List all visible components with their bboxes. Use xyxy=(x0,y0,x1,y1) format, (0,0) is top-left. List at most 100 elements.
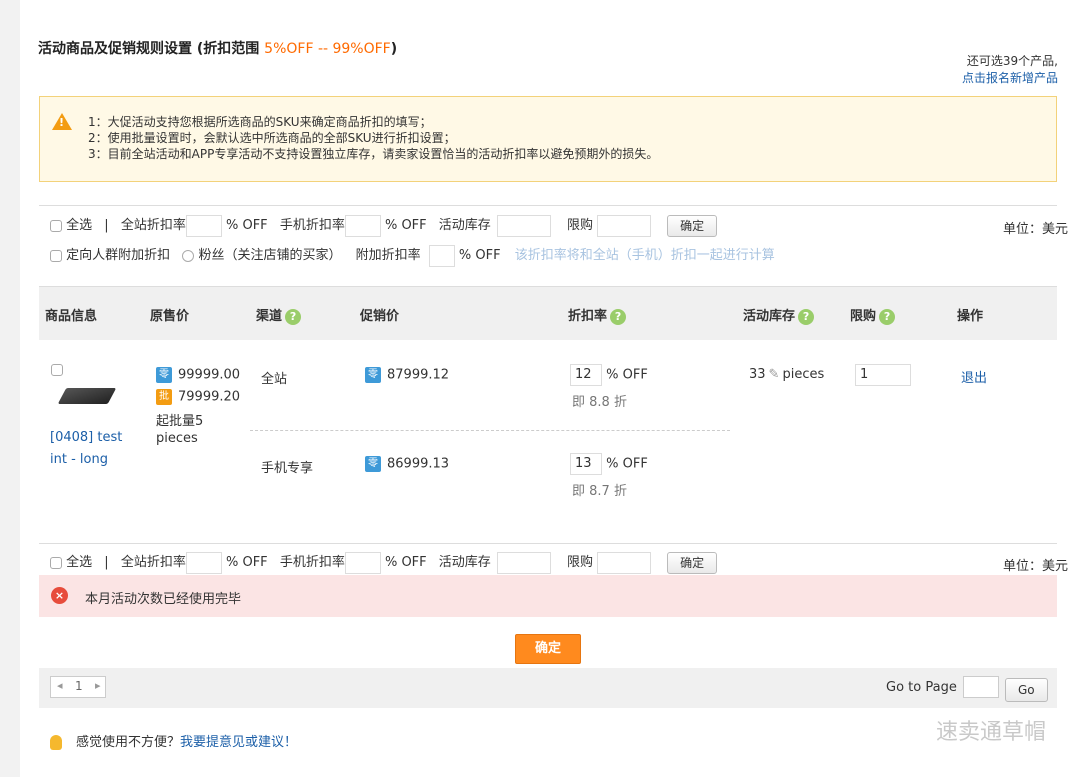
error-banner: × 本月活动次数已经使用完毕 xyxy=(39,575,1057,617)
discount-mobile: 13 % OFF xyxy=(570,453,648,475)
lightbulb-icon xyxy=(50,735,62,750)
stock-unit: pieces xyxy=(782,367,825,382)
divider xyxy=(39,543,1057,544)
retail-price-value: 99999.00 xyxy=(178,367,241,383)
batch-row-bottom: 全选 | 全站折扣率 % OFF 手机折扣率 % OFF 活动库存 限购 确定 xyxy=(50,551,718,574)
header-discount: 折扣率? xyxy=(568,305,627,325)
header-limit: 限购? xyxy=(850,305,896,325)
site-rate-input[interactable] xyxy=(185,214,222,237)
help-icon[interactable]: ? xyxy=(610,308,627,325)
next-page-icon[interactable]: ▸ xyxy=(95,679,101,692)
promo-price-mobile: 零 86999.13 xyxy=(365,456,449,472)
extra-rate-input[interactable] xyxy=(428,244,455,267)
wholesale-price-value: 79999.20 xyxy=(178,389,241,405)
batch-confirm-button-bottom[interactable]: 确定 xyxy=(667,551,718,574)
promo-price-site-value: 87999.12 xyxy=(387,367,450,383)
promo-price-mobile-value: 86999.13 xyxy=(387,456,450,472)
goto-page-input[interactable] xyxy=(963,676,999,698)
product-name-line2[interactable]: int - long xyxy=(50,452,108,467)
goto-page-label: Go to Page xyxy=(886,680,957,695)
target-discount-checkbox[interactable] xyxy=(50,249,62,262)
limit-value-input[interactable]: 1 xyxy=(855,364,911,386)
off-label: % OFF xyxy=(606,456,648,472)
feedback-footer: 感觉使用不方便？我要提意见或建议！ xyxy=(50,731,297,750)
off-label: % OFF xyxy=(458,248,501,263)
limit-label: 限购 xyxy=(566,555,593,570)
mobile-rate-input[interactable] xyxy=(344,214,381,237)
fans-radio[interactable] xyxy=(182,249,195,262)
off-label: % OFF xyxy=(606,367,648,383)
exit-link[interactable]: 退出 xyxy=(961,367,987,386)
off-label: % OFF xyxy=(384,218,427,233)
prev-page-icon[interactable]: ◂ xyxy=(57,679,63,692)
page-title: 活动商品及促销规则设置 (折扣范围 5%OFF -- 99%OFF) xyxy=(38,38,397,58)
limit-input-bottom[interactable] xyxy=(596,551,651,574)
discount-site: 12 % OFF xyxy=(570,364,648,386)
wholesale-tag-icon: 批 xyxy=(156,389,172,405)
select-all-label: 全选 xyxy=(66,555,93,570)
limit-input[interactable] xyxy=(596,214,651,237)
site-rate-input-bottom[interactable] xyxy=(185,551,222,574)
extra-rate-hint: 该折扣率将和全站（手机）折扣一起进行计算 xyxy=(514,248,775,263)
help-icon[interactable]: ? xyxy=(285,308,302,325)
mobile-rate-label: 手机折扣率 xyxy=(279,555,345,570)
help-icon[interactable]: ? xyxy=(879,308,896,325)
submit-button[interactable]: 确定 xyxy=(515,634,581,664)
help-icon[interactable]: ? xyxy=(798,308,815,325)
select-all-checkbox-bottom[interactable] xyxy=(50,556,62,569)
divider xyxy=(39,205,1057,206)
channel-site: 全站 xyxy=(261,372,288,387)
main-panel: 活动商品及促销规则设置 (折扣范围 5%OFF -- 99%OFF) 还可选39… xyxy=(20,0,1080,777)
site-rate-label: 全站折扣率 xyxy=(120,218,186,233)
current-page: 1 xyxy=(75,679,83,693)
error-icon: × xyxy=(51,587,68,604)
channel-divider xyxy=(250,430,730,431)
stock-input[interactable] xyxy=(496,214,551,237)
go-button[interactable]: Go xyxy=(1005,678,1048,702)
warning-icon xyxy=(52,113,72,130)
header-stock: 活动库存? xyxy=(743,305,815,325)
feedback-text: 感觉使用不方便？ xyxy=(76,735,181,750)
stock-input-bottom[interactable] xyxy=(496,551,551,574)
off-label: % OFF xyxy=(225,218,268,233)
unit-label: 单位：美元 xyxy=(1002,222,1068,237)
select-all-checkbox[interactable] xyxy=(50,219,62,232)
batch-row-top: 全选 | 全站折扣率 % OFF 手机折扣率 % OFF 活动库存 限购 确定 xyxy=(50,214,718,237)
discount-mobile-input[interactable]: 13 xyxy=(570,453,602,475)
header-action: 操作 xyxy=(957,309,984,324)
discount-site-equiv: 即 8.8 折 xyxy=(572,395,627,410)
pager: ◂ 1 ▸ xyxy=(50,676,106,698)
site-rate-label: 全站折扣率 xyxy=(120,555,186,570)
notice-line-2: 2：使用批量设置时，会默认选中所选商品的全部SKU进行折扣设置； xyxy=(88,131,456,145)
add-product-link[interactable]: 点击报名新增产品 xyxy=(962,69,1058,86)
mobile-rate-label: 手机折扣率 xyxy=(279,218,345,233)
retail-tag-icon: 零 xyxy=(365,367,381,383)
stock-value: 33 xyxy=(749,367,766,382)
header-channel-text: 渠道 xyxy=(256,309,283,324)
mobile-rate-input-bottom[interactable] xyxy=(344,551,381,574)
target-discount-label: 定向人群附加折扣 xyxy=(66,248,171,263)
discount-site-input[interactable]: 12 xyxy=(570,364,602,386)
promo-price-site: 零 87999.12 xyxy=(365,367,449,383)
feedback-link[interactable]: 我要提意见或建议！ xyxy=(180,735,297,750)
product-checkbox[interactable] xyxy=(51,364,63,376)
stock-label: 活动库存 xyxy=(438,555,491,570)
retail-tag-icon: 零 xyxy=(365,456,381,472)
error-message: 本月活动次数已经使用完毕 xyxy=(85,592,242,607)
remaining-count: 还可选39个产品, xyxy=(966,54,1058,68)
target-discount-row: 定向人群附加折扣 粉丝（关注店铺的买家） 附加折扣率 % OFF 该折扣率将和全… xyxy=(50,244,775,267)
notice-line-3: 3：目前全站活动和APP专享活动不支持设置独立库存，请卖家设置恰当的活动折扣率以… xyxy=(88,147,659,161)
moq-line1: 起批量5 xyxy=(156,414,204,429)
edit-pencil-icon[interactable]: ✎ xyxy=(769,367,780,382)
divider-bar: | xyxy=(104,555,109,570)
header-price: 原售价 xyxy=(150,309,190,324)
limit-label: 限购 xyxy=(566,218,593,233)
discount-range: 5%OFF -- 99%OFF xyxy=(264,41,391,57)
discount-mobile-equiv: 即 8.7 折 xyxy=(572,484,627,499)
header-discount-text: 折扣率 xyxy=(568,309,608,324)
batch-confirm-button[interactable]: 确定 xyxy=(667,214,718,237)
header-channel: 渠道? xyxy=(256,305,302,325)
unit-label-bottom: 单位：美元 xyxy=(1002,559,1068,574)
product-name-line1[interactable]: [0408] test xyxy=(50,430,122,445)
extra-rate-label: 附加折扣率 xyxy=(355,248,421,263)
